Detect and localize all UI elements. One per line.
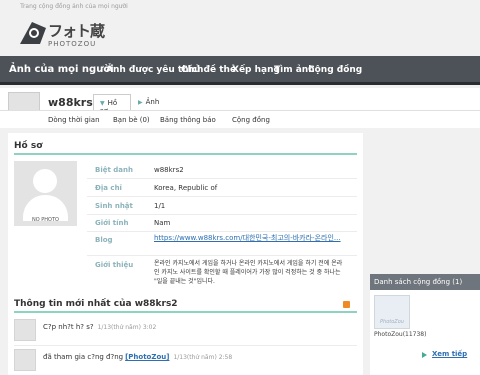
feed-item: C?p nh?t h? s? 1/13(thứ năm) 3:02 <box>14 316 357 346</box>
tab-profile[interactable]: ▼Hồ sơ <box>93 94 131 115</box>
nav-ranking[interactable]: Xếp hạng <box>232 65 280 75</box>
tab-photos[interactable]: ▶ Ảnh <box>132 94 165 110</box>
see-more-link[interactable]: Xem tiếp <box>432 350 467 358</box>
profile-subnav: Dòng thời gian Bạn bè (0) Bảng thông báo… <box>0 110 480 128</box>
community-thumbnail[interactable]: PhotoZou <box>374 295 410 329</box>
main-nav: Ảnh của mọi người Ảnh được yêu thích Chủ… <box>0 56 480 85</box>
bio-title: Hồ sơ <box>14 141 43 151</box>
subnav-bulletin[interactable]: Bảng thông báo <box>160 116 216 124</box>
avatar[interactable] <box>14 349 36 371</box>
subnav-community[interactable]: Cộng đồng <box>232 116 270 124</box>
sidebar-title: Danh sách cộng đồng (1) <box>370 274 480 290</box>
chevron-down-icon: ▼ <box>100 100 105 107</box>
avatar[interactable] <box>14 319 36 341</box>
bio-row-address: Địa chỉ Korea, Republic of <box>87 179 357 197</box>
nav-tag-topics[interactable]: Chủ đề thẻ <box>181 65 236 75</box>
bio-row-gender: Giới tính Nam <box>87 215 357 232</box>
site-tagline: Trang cộng đồng ảnh của mọi người <box>20 3 128 10</box>
community-caption[interactable]: PhotoZou(11738) <box>374 331 426 338</box>
bio-row-nickname: Biệt danh w88krs2 <box>87 160 357 179</box>
person-head-icon <box>33 169 57 193</box>
chevron-right-icon: ▶ <box>138 99 143 106</box>
bio-row-intro: Giới thiệu 온라인 카지노에서 게임을 하거나 온라인 카지노에서 게… <box>95 260 343 285</box>
feed-item: đã tham gia c?ng đ?ng [PhotoZou] 1/13(thứ … <box>14 346 357 375</box>
community-link[interactable]: [PhotoZou] <box>125 353 169 361</box>
camera-logo-icon <box>20 22 46 44</box>
subnav-friends[interactable]: Bạn bè (0) <box>113 116 150 124</box>
bio-row-birthday: Sinh nhật 1/1 <box>87 197 357 215</box>
site-logo[interactable]: フォト蔵 PHOTOZOU <box>18 18 113 50</box>
rss-icon[interactable] <box>343 301 350 308</box>
logo-text: フォト蔵 <box>48 22 105 40</box>
feed-title: Thông tin mới nhất của w88krs2 <box>14 299 178 309</box>
nav-everyone-photos[interactable]: Ảnh của mọi người <box>9 64 114 75</box>
logo-subtext: PHOTOZOU <box>48 40 97 48</box>
divider <box>14 153 357 155</box>
arrow-right-icon <box>422 352 427 358</box>
nav-community[interactable]: Cộng đồng <box>308 65 362 75</box>
blog-link[interactable]: https://www.w88krs.com/대한민국-최고의-바카라-온라인.… <box>154 234 344 243</box>
bio-row-blog: Blog https://www.w88krs.com/대한민국-최고의-바카라… <box>87 232 357 256</box>
profile-photo: NO PHOTO <box>14 161 77 226</box>
profile-main: Hồ sơ NO PHOTO Biệt danh w88krs2 Địa chỉ… <box>8 133 363 375</box>
community-sidebar: Danh sách cộng đồng (1) PhotoZou PhotoZo… <box>370 274 480 375</box>
divider <box>14 311 357 313</box>
subnav-timeline[interactable]: Dòng thời gian <box>48 116 100 124</box>
